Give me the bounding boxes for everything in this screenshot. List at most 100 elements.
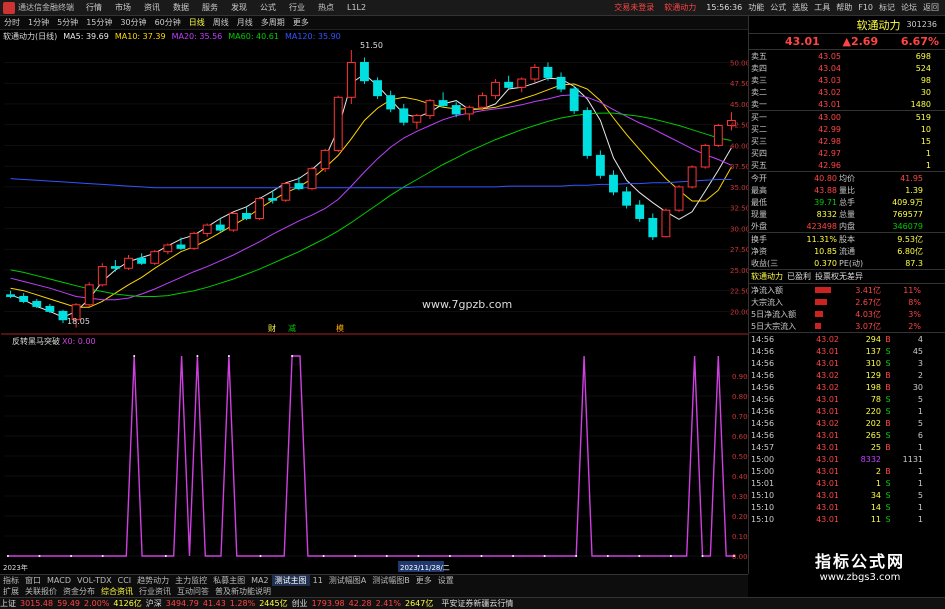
- menu-tools[interactable]: 工具: [814, 2, 830, 13]
- tick-time: 15:00: [751, 466, 775, 476]
- menu-back[interactable]: 返回: [923, 2, 939, 13]
- menu-industry[interactable]: 行业: [289, 2, 305, 13]
- candle-body: [163, 244, 173, 253]
- ind-tab[interactable]: 测试幅图B: [369, 575, 413, 586]
- info-tab-active[interactable]: 综合资讯: [98, 586, 136, 597]
- indicator-tabs: 指标 窗口 MACD VOL-TDX CCI 趋势动力 主力监控 私募主图 MA…: [0, 574, 748, 586]
- tf-monthly[interactable]: 月线: [237, 17, 253, 28]
- ind-tab[interactable]: MACD: [44, 576, 74, 585]
- menu-select[interactable]: 选股: [792, 2, 808, 13]
- index-sh-name[interactable]: 上证: [0, 598, 16, 609]
- stat-value: 87.3: [905, 258, 923, 268]
- tick-list[interactable]: 14:56 43.02 294 B 4 14:56 43.01 137 S 45 14:56 43…: [749, 333, 945, 525]
- info-tab[interactable]: 互动问答: [174, 586, 212, 597]
- server-name[interactable]: 平安证券新疆云行情: [441, 598, 513, 609]
- ind-tab[interactable]: CCI: [115, 576, 135, 585]
- indicator-point: [638, 555, 641, 557]
- event-mark-mo[interactable]: 模: [336, 323, 344, 333]
- info-tab[interactable]: 关联报价: [22, 586, 60, 597]
- bid-label: 买四: [751, 148, 767, 158]
- chart-area[interactable]: 20.00 22.50 25.00 27.50 30.00 32.50 35.00 37.50…: [0, 42, 748, 574]
- info-tab[interactable]: 扩展: [0, 586, 22, 597]
- stat-row: 换手 11.31% 股本 9.53亿: [749, 233, 945, 245]
- menu-help[interactable]: 帮助: [836, 2, 852, 13]
- flow-row: 5日大宗流入 3.07亿 2%: [749, 320, 945, 332]
- stat-value: 43.88: [814, 185, 837, 195]
- menu-l1l2[interactable]: L1L2: [347, 3, 366, 12]
- tf-weekly[interactable]: 周线: [213, 17, 229, 28]
- price-tick-label: 50.00: [730, 59, 748, 67]
- bid-row[interactable]: 买一 43.00 519: [749, 111, 945, 123]
- ask-row[interactable]: 卖一 43.01 1480: [749, 98, 945, 110]
- index-cy-name[interactable]: 创业: [292, 598, 308, 609]
- menu-quotes[interactable]: 行情: [86, 2, 102, 13]
- candle-body: [294, 183, 304, 190]
- candle-body: [412, 115, 422, 123]
- stat-row: 外盘 423498 内盘 346079: [749, 220, 945, 232]
- candle-body: [242, 212, 251, 219]
- tf-1min[interactable]: 1分钟: [28, 17, 49, 28]
- tf-intraday[interactable]: 分时: [4, 17, 20, 28]
- indicator-tick-label: 0.90: [732, 373, 748, 381]
- tf-more[interactable]: 更多: [293, 17, 309, 28]
- ind-tab-more[interactable]: 更多: [413, 575, 435, 586]
- stat-value: 11.31%: [806, 234, 837, 244]
- ind-tab[interactable]: MA2: [248, 576, 271, 585]
- indicator-point: [133, 355, 136, 357]
- tick-row: 14:56 43.01 310 S 3: [749, 357, 945, 369]
- indicator-point: [543, 555, 546, 557]
- ind-tab[interactable]: 主力监控: [172, 575, 210, 586]
- tf-15min[interactable]: 15分钟: [86, 17, 112, 28]
- tf-60min[interactable]: 60分钟: [155, 17, 181, 28]
- stat-label: 股本: [839, 234, 855, 244]
- tick-price: 43.01: [816, 514, 839, 524]
- tf-5min[interactable]: 5分钟: [57, 17, 78, 28]
- price-change-pct: 6.67%: [900, 35, 939, 48]
- menu-news[interactable]: 资讯: [144, 2, 160, 13]
- flow-pct: 8%: [908, 297, 921, 307]
- ind-tab[interactable]: 测试幅图A: [326, 575, 369, 586]
- menu-formula-r[interactable]: 公式: [770, 2, 786, 13]
- ask-row[interactable]: 卖五 43.05 698: [749, 50, 945, 62]
- ask-row[interactable]: 卖四 43.04 524: [749, 62, 945, 74]
- ind-tab[interactable]: 指标: [0, 575, 22, 586]
- menu-hot[interactable]: 热点: [318, 2, 334, 13]
- ind-tab-settings[interactable]: 设置: [435, 575, 457, 586]
- ind-tab[interactable]: 趋势动力: [134, 575, 172, 586]
- info-tab[interactable]: 资金分布: [60, 586, 98, 597]
- menu-discover[interactable]: 发现: [231, 2, 247, 13]
- event-mark-jian[interactable]: 减: [288, 323, 296, 333]
- menu-forum[interactable]: 论坛: [901, 2, 917, 13]
- menu-mark[interactable]: 标记: [879, 2, 895, 13]
- ask-row[interactable]: 卖二 43.02 30: [749, 86, 945, 98]
- info-tab[interactable]: 行业资讯: [136, 586, 174, 597]
- index-sh-value: 3015.48: [20, 599, 54, 608]
- bid-row[interactable]: 买二 42.99 10: [749, 123, 945, 135]
- ind-tab[interactable]: VOL-TDX: [74, 576, 115, 585]
- menu-service[interactable]: 服务: [202, 2, 218, 13]
- event-mark-cai[interactable]: 财: [268, 323, 276, 333]
- trade-login-status[interactable]: 交易未登录: [614, 2, 654, 13]
- indicator-tick-label: 0.10: [732, 533, 748, 541]
- menu-data[interactable]: 数据: [173, 2, 189, 13]
- bid-row[interactable]: 买三 42.98 15: [749, 135, 945, 147]
- menu-formula[interactable]: 公式: [260, 2, 276, 13]
- menu-function[interactable]: 功能: [748, 2, 764, 13]
- bid-row[interactable]: 买五 42.96 1: [749, 159, 945, 171]
- bid-volume: 1: [925, 160, 931, 170]
- menu-f10[interactable]: F10: [858, 3, 873, 12]
- ind-tab-active[interactable]: 测试主图: [271, 575, 310, 586]
- bid-row[interactable]: 买四 42.97 1: [749, 147, 945, 159]
- menu-market[interactable]: 市场: [115, 2, 131, 13]
- info-tab[interactable]: 普及新功能说明: [212, 586, 274, 597]
- tick-volume: 2: [875, 466, 881, 476]
- tf-30min[interactable]: 30分钟: [120, 17, 146, 28]
- tf-multi[interactable]: 多周期: [261, 17, 285, 28]
- ind-tab[interactable]: 私募主图: [210, 575, 248, 586]
- tf-daily[interactable]: 日线: [189, 17, 205, 28]
- ind-tab[interactable]: 窗口: [22, 575, 44, 586]
- index-sz-name[interactable]: 沪深: [146, 598, 162, 609]
- tick-count: 1: [917, 406, 923, 416]
- ask-row[interactable]: 卖三 43.03 98: [749, 74, 945, 86]
- ind-tab[interactable]: 11: [310, 576, 326, 585]
